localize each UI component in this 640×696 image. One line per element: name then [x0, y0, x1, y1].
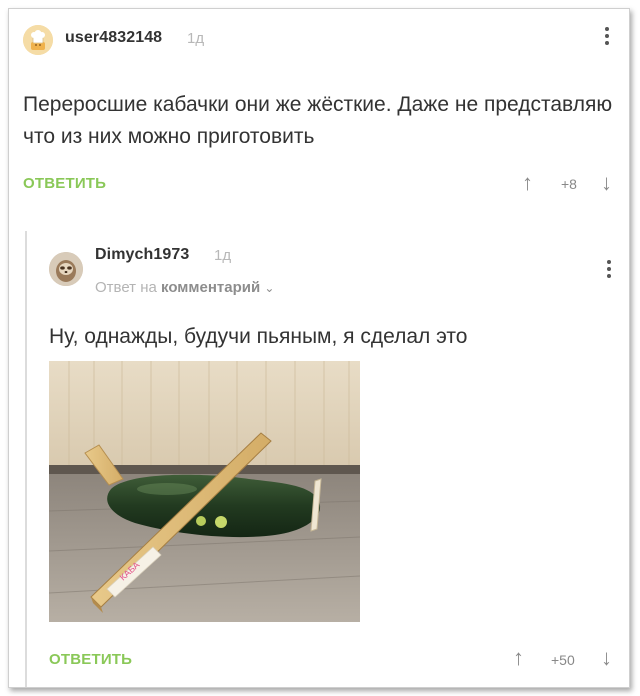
- username[interactable]: Dimych1973: [95, 246, 189, 264]
- arrow-up-icon[interactable]: ↑: [513, 647, 524, 669]
- comment-text: Переросшие кабачки они же жёсткие. Даже …: [23, 93, 613, 148]
- user-avatar[interactable]: [23, 25, 53, 55]
- reply-button[interactable]: ОТВЕТИТЬ: [23, 175, 106, 192]
- comment-time: 1д: [214, 247, 232, 264]
- reply-target[interactable]: комментарий: [161, 279, 260, 296]
- thread-line[interactable]: [25, 231, 27, 687]
- comment-text: Ну, однажды, будучи пьяным, я сделал это: [49, 325, 468, 348]
- comment-photo[interactable]: КАБА: [48, 361, 361, 622]
- comment-time: 1д: [187, 30, 205, 47]
- rating-value: +8: [561, 176, 577, 192]
- more-vertical-icon[interactable]: [605, 27, 611, 48]
- rating-value: +50: [551, 652, 575, 668]
- user-avatar[interactable]: [49, 252, 83, 286]
- chevron-down-icon[interactable]: ⌄: [264, 281, 274, 295]
- reply-prefix: Ответ на: [95, 279, 157, 296]
- avatar-sloth-icon: [49, 252, 83, 286]
- reply-to-link[interactable]: Ответ на комментарий ⌄: [95, 279, 274, 296]
- username[interactable]: user4832148: [65, 29, 162, 47]
- arrow-down-icon[interactable]: ↓: [601, 647, 612, 669]
- zucchini-plane-image: КАБА: [48, 361, 361, 622]
- more-vertical-icon[interactable]: [607, 260, 613, 281]
- comments-panel: user4832148 1д Переросшие кабачки они же…: [8, 8, 630, 688]
- reply-button[interactable]: ОТВЕТИТЬ: [49, 651, 132, 668]
- arrow-up-icon[interactable]: ↑: [522, 172, 533, 194]
- arrow-down-icon[interactable]: ↓: [601, 172, 612, 194]
- avatar-chef-icon: [23, 25, 53, 55]
